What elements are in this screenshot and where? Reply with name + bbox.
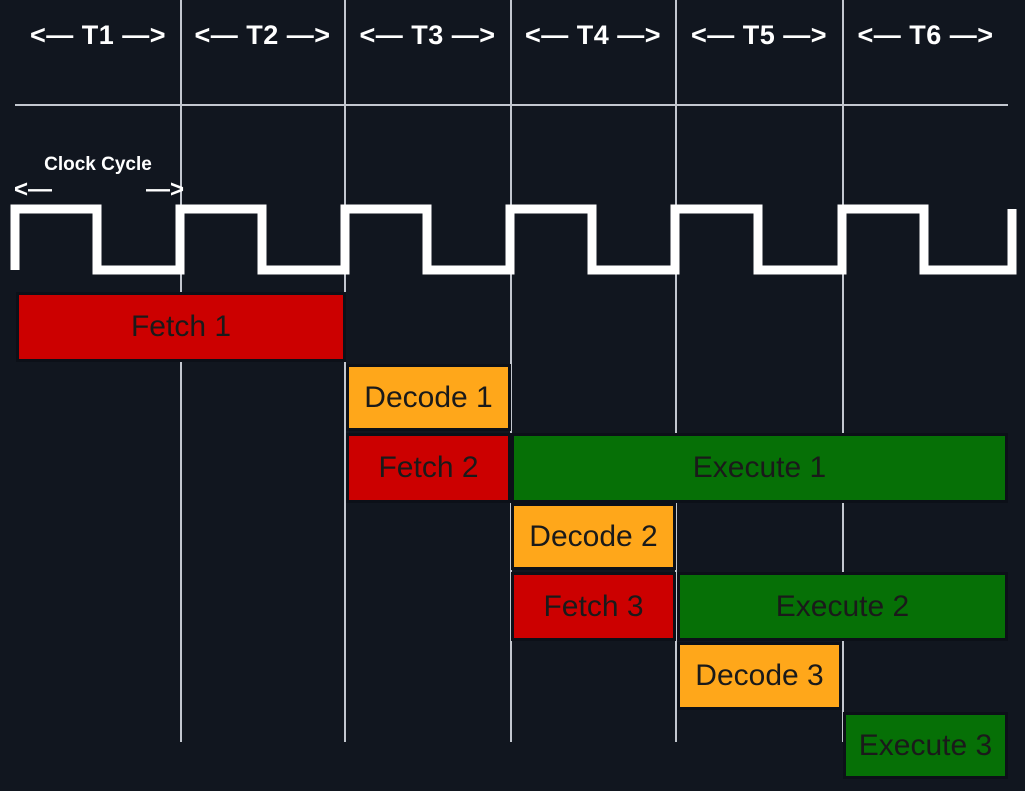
pipeline-block-fetch-2[interactable]: Fetch 2: [346, 433, 511, 503]
pipeline-block-execute-3[interactable]: Execute 3: [843, 712, 1008, 779]
time-column-header-t3: <— T3 —>: [359, 20, 496, 50]
pipeline-block-fetch-1[interactable]: Fetch 1: [16, 292, 346, 362]
grid-line-vertical: [180, 0, 182, 742]
header-divider: [15, 104, 1008, 106]
pipeline-block-decode-2[interactable]: Decode 2: [511, 503, 676, 570]
pipeline-block-execute-2[interactable]: Execute 2: [677, 572, 1008, 641]
clock-cycle-label: Clock Cycle: [44, 154, 152, 175]
time-column-header-t2: <— T2 —>: [194, 20, 331, 50]
clock-waveform: [10, 204, 1017, 275]
time-column-header-t1: <— T1 —>: [29, 20, 167, 50]
pipeline-block-decode-1[interactable]: Decode 1: [346, 364, 511, 431]
time-column-header-t6: <— T6 —>: [857, 20, 994, 50]
pipeline-block-execute-1[interactable]: Execute 1: [511, 433, 1008, 503]
pipeline-diagram: <— T1 —> <— T2 —> <— T3 —> <— T4 —> <— T…: [0, 0, 1025, 791]
time-column-header-t5: <— T5 —>: [690, 20, 828, 50]
pipeline-block-fetch-3[interactable]: Fetch 3: [511, 572, 676, 641]
pipeline-block-decode-3[interactable]: Decode 3: [677, 642, 842, 710]
time-column-header-t4: <— T4 —>: [524, 20, 662, 50]
